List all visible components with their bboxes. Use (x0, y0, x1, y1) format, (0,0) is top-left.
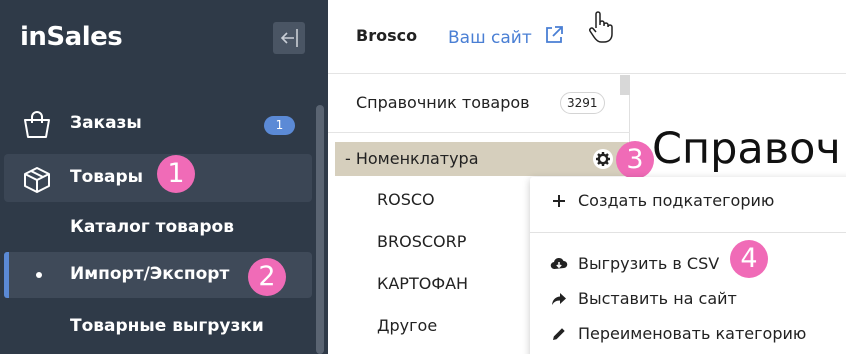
category-context-menu: Создать подкатегорию Выгрузить в CSV Выс… (530, 177, 846, 354)
box-icon (24, 167, 50, 193)
step-marker-1: 1 (157, 155, 195, 193)
page-title: Справоч (652, 124, 841, 174)
external-link-icon (546, 26, 564, 43)
pencil-icon (553, 328, 565, 340)
menu-item-create-subcategory[interactable]: Создать подкатегорию (530, 184, 846, 218)
sidebar-subitem-label: Импорт/Экспорт (70, 264, 230, 284)
sidebar-subitem-label: Товарные выгрузки (70, 316, 264, 336)
gear-icon (596, 152, 610, 166)
menu-divider (530, 232, 846, 233)
menu-item-rename[interactable]: Переименовать категорию (530, 317, 846, 351)
sidebar-subitem-label: Каталог товаров (70, 217, 234, 237)
your-site-link[interactable]: Ваш сайт (448, 24, 565, 48)
step-marker-4: 4 (730, 240, 768, 278)
plus-icon (553, 195, 565, 207)
menu-item-publish[interactable]: Выставить на сайт (530, 282, 846, 316)
menu-item-export-csv[interactable]: Выгрузить в CSV (530, 247, 846, 281)
cloud-download-icon (550, 257, 568, 270)
orders-count-badge: 1 (264, 116, 295, 135)
category-item[interactable]: ROSCO (377, 190, 435, 209)
collapse-sidebar-button[interactable] (273, 22, 305, 54)
shopping-bag-icon (24, 111, 50, 138)
category-item[interactable]: BROSCORP (377, 232, 466, 251)
sidebar-item-orders[interactable]: Заказы 1 (0, 100, 312, 148)
your-site-link-label: Ваш сайт (448, 28, 532, 48)
directory-count-badge: 3291 (560, 92, 605, 114)
hand-pointer-icon (589, 11, 613, 43)
active-dot-icon (36, 272, 42, 278)
category-item-active[interactable]: - Номенклатура (335, 142, 628, 176)
sidebar: inSales Заказы 1 Товары 1 Каталог товаро… (0, 0, 328, 354)
collapse-arrow-icon (280, 29, 298, 47)
directory-title[interactable]: Справочник товаров (356, 93, 530, 112)
share-arrow-icon (552, 293, 566, 305)
step-marker-2: 2 (248, 258, 286, 296)
top-bar: Brosco Ваш сайт (328, 0, 846, 74)
menu-item-label: Создать подкатегорию (578, 191, 775, 210)
step-marker-3: 3 (616, 141, 654, 179)
tree-scrollbar[interactable] (620, 75, 630, 95)
sidebar-scrollbar[interactable] (316, 105, 324, 354)
app-root: inSales Заказы 1 Товары 1 Каталог товаро… (0, 0, 846, 354)
category-settings-button[interactable] (593, 149, 613, 169)
shop-name[interactable]: Brosco (356, 26, 417, 45)
sidebar-subitem-catalog[interactable]: Каталог товаров (0, 205, 312, 251)
sidebar-item-label: Товары (70, 167, 144, 187)
menu-item-label: Выгрузить в CSV (578, 254, 720, 273)
menu-item-label: Переименовать категорию (578, 324, 807, 343)
category-item[interactable]: Другое (377, 316, 437, 335)
logo: inSales (20, 22, 123, 52)
divider (328, 132, 630, 133)
sidebar-item-label: Заказы (70, 113, 142, 133)
sidebar-subitem-product-exports[interactable]: Товарные выгрузки (0, 304, 312, 350)
category-label: - Номенклатура (345, 149, 479, 168)
menu-item-label: Выставить на сайт (578, 289, 737, 308)
category-item[interactable]: КАРТОФАН (377, 274, 468, 293)
